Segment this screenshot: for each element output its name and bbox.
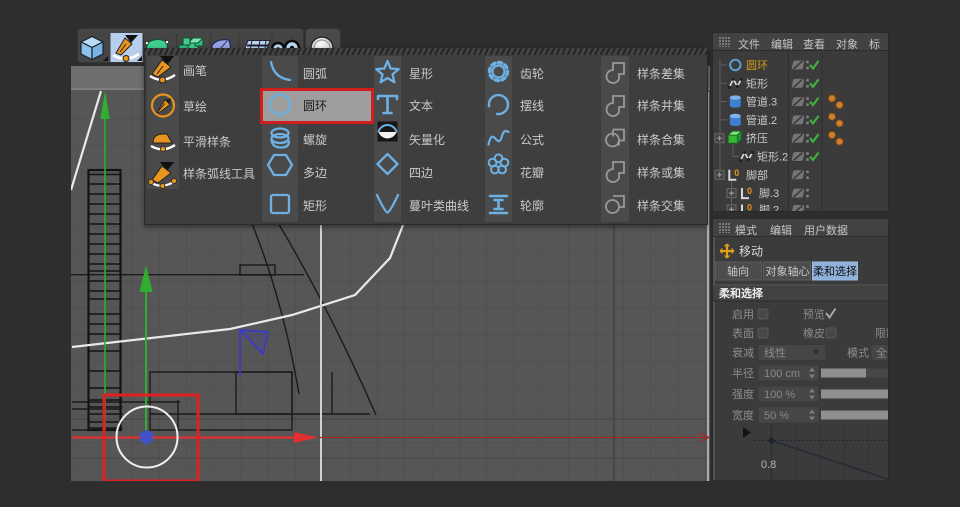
svg-text:0.8: 0.8: [761, 459, 776, 471]
svg-text:100 cm: 100 cm: [764, 368, 800, 380]
svg-text:50 %: 50 %: [764, 410, 789, 422]
svg-text:模式: 模式: [847, 347, 869, 360]
svg-text:启用: 启用: [732, 308, 754, 321]
svg-text:表面: 表面: [732, 326, 754, 340]
svg-text:预览: 预览: [803, 307, 825, 321]
svg-text:矩形.2: 矩形.2: [757, 151, 788, 164]
svg-text:管道.3: 管道.3: [746, 95, 777, 109]
svg-text:限制: 限制: [875, 327, 888, 340]
svg-text:衰减: 衰减: [732, 346, 754, 360]
svg-text:对象轴心: 对象轴心: [766, 264, 810, 278]
svg-text:宽度: 宽度: [732, 408, 754, 422]
svg-text:柔和选择: 柔和选择: [813, 264, 857, 278]
svg-text:脚部: 脚部: [746, 168, 768, 182]
svg-text:100 %: 100 %: [764, 389, 795, 401]
svg-text:轴向: 轴向: [727, 264, 749, 278]
svg-text:线性: 线性: [764, 346, 786, 360]
svg-text:橡皮: 橡皮: [803, 327, 825, 340]
svg-text:移动: 移动: [739, 245, 763, 259]
svg-text:全部: 全部: [876, 346, 888, 360]
svg-text:脚.3: 脚.3: [759, 186, 779, 200]
svg-text:脚.2: 脚.2: [759, 202, 779, 211]
svg-text:半径: 半径: [732, 366, 754, 380]
svg-text:柔和选择: 柔和选择: [718, 286, 764, 300]
svg-text:管道.2: 管道.2: [746, 113, 777, 127]
svg-text:矩形: 矩形: [746, 77, 768, 90]
svg-text:圆环: 圆环: [746, 59, 768, 72]
svg-text:强度: 强度: [732, 387, 754, 401]
svg-text:挤压: 挤压: [746, 131, 768, 145]
